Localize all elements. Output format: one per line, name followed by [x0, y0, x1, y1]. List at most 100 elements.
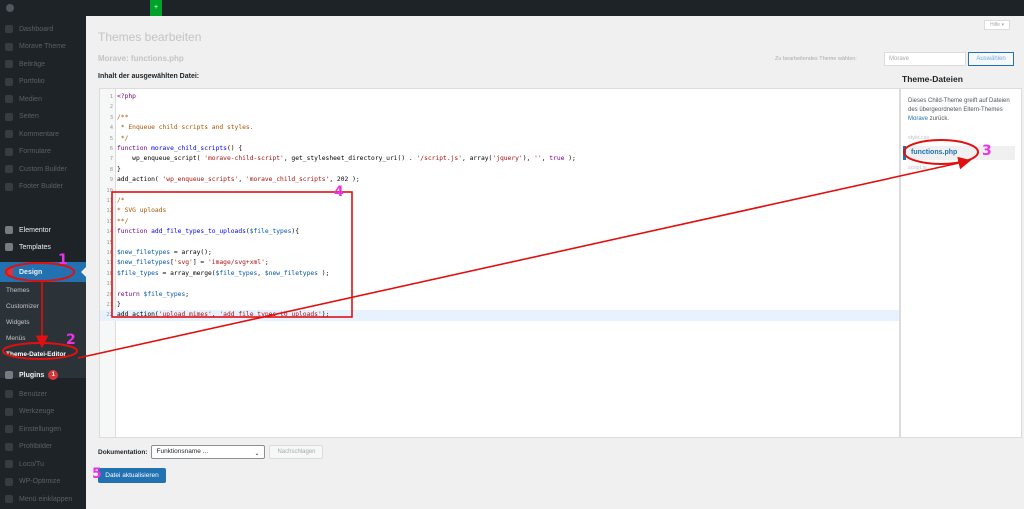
- code-line[interactable]: 4 * Enqueue child scripts and styles.: [100, 123, 899, 133]
- code-line[interactable]: 5 */: [100, 134, 899, 144]
- code-line[interactable]: 10: [100, 186, 899, 196]
- menu-item-faded[interactable]: Medien: [0, 90, 86, 108]
- menu-item-faded[interactable]: Benutzer: [0, 385, 86, 403]
- menu-item-faded[interactable]: Morave Theme: [0, 38, 86, 56]
- line-code: return $file_types;: [117, 290, 190, 298]
- code-line[interactable]: 1 <?php: [100, 92, 899, 102]
- page-title: Themes bearbeiten: [98, 30, 202, 44]
- code-line[interactable]: 19: [100, 279, 899, 289]
- menu-design[interactable]: Design: [0, 262, 86, 282]
- code-line[interactable]: 21}: [100, 300, 899, 310]
- file-script-js[interactable]: script.js: [908, 165, 927, 171]
- submenu-menus[interactable]: Menüs: [6, 335, 26, 342]
- menu-plugins[interactable]: Plugins 1: [0, 366, 86, 384]
- line-code: */: [117, 134, 129, 142]
- menu-item-faded[interactable]: Beiträge: [0, 55, 86, 73]
- menu-item-faded[interactable]: Einstellungen: [0, 420, 86, 438]
- submenu-widgets[interactable]: Widgets: [6, 319, 29, 326]
- select-value: Funktionsname ...: [156, 448, 209, 455]
- menu-item-faded[interactable]: Formulare: [0, 143, 86, 161]
- menu-label: Kommentare: [19, 130, 60, 138]
- code-line[interactable]: 20 return $file_types;: [100, 290, 899, 300]
- menu-item-faded[interactable]: Menü einklappen: [0, 490, 86, 508]
- menu-icon: [5, 165, 13, 173]
- menu-item-faded[interactable]: Profilbilder: [0, 438, 86, 456]
- line-number: 21: [106, 302, 113, 308]
- menu-label: Design: [19, 268, 43, 276]
- menu-item-faded[interactable]: Loco/Tu: [0, 455, 86, 473]
- menu-label: Werkzeuge: [19, 408, 55, 415]
- theme-select[interactable]: Morave: [884, 52, 966, 66]
- menu-label: Elementor: [19, 226, 51, 234]
- menu-item-faded[interactable]: Custom Builder: [0, 160, 86, 178]
- description-text: Dieses Child-Theme greift auf Dateien de…: [908, 98, 1010, 113]
- menu-item-faded[interactable]: Footer Builder: [0, 178, 86, 196]
- line-code: * Enqueue child scripts and styles.: [117, 124, 254, 132]
- parent-theme-link[interactable]: Morave: [908, 116, 928, 122]
- menu-item-faded[interactable]: Kommentare: [0, 125, 86, 143]
- menu-icon: [5, 147, 13, 156]
- theme-files-panel: Theme-Dateien Dieses Child-Theme greift …: [900, 74, 1024, 439]
- menu-icon: [5, 42, 13, 51]
- code-line[interactable]: 15: [100, 238, 899, 248]
- code-line[interactable]: 14 function add_file_types_to_uploads($fi…: [100, 227, 899, 237]
- elementor-icon: [5, 226, 13, 234]
- menu-item-faded[interactable]: Werkzeuge: [0, 403, 86, 421]
- line-number: 14: [106, 229, 113, 236]
- code-line[interactable]: 17 $new_filetypes['svg'] = 'image/svg+xml…: [100, 258, 899, 268]
- line-number: 18: [106, 270, 113, 277]
- code-line[interactable]: 13 **/: [100, 217, 899, 227]
- code-line[interactable]: 12 * SVG uploads: [100, 206, 899, 216]
- line-code: **/: [117, 217, 129, 225]
- editor-label: Inhalt der ausgewählten Datei:: [98, 73, 200, 80]
- plugin-icon: [5, 371, 13, 379]
- menu-label: Plugins: [19, 371, 45, 379]
- code-line[interactable]: 22 add_action('upload_mimes', 'add_file_t…: [100, 310, 899, 321]
- menu-templates[interactable]: Templates: [0, 238, 86, 256]
- menu-icon: [5, 407, 13, 416]
- code-line[interactable]: 8}: [100, 165, 899, 175]
- menu-item-faded[interactable]: WP-Optimize: [0, 473, 86, 491]
- code-line[interactable]: 2: [100, 102, 899, 112]
- code-line[interactable]: 3 /**: [100, 113, 899, 123]
- line-code: $new_filetypes['svg'] = 'image/svg+xml';: [117, 259, 269, 267]
- submenu-themes[interactable]: Themes: [6, 287, 29, 294]
- line-code: add_action( 'wp_enqueue_scripts', 'morav…: [117, 176, 360, 184]
- code-line[interactable]: 9 add_action( 'wp_enqueue_scripts', 'mora…: [100, 175, 899, 185]
- paintbrush-icon: [5, 268, 13, 276]
- menu-elementor[interactable]: Elementor: [0, 221, 86, 239]
- line-number: 6: [109, 146, 113, 152]
- file-style-css[interactable]: style.css: [908, 135, 929, 141]
- new-content-button[interactable]: +: [150, 0, 162, 16]
- file-functions-php[interactable]: functions.php: [903, 146, 1015, 160]
- code-line[interactable]: 18 $file_types = array_merge($file_types,…: [100, 269, 899, 279]
- submenu-customizer[interactable]: Customizer: [6, 303, 39, 310]
- code-line[interactable]: 6 function morave_child_scripts() {: [100, 144, 899, 154]
- lookup-button[interactable]: Nachschlagen: [269, 445, 324, 459]
- line-number: 3: [109, 114, 113, 121]
- code-line[interactable]: 11 /*: [100, 196, 899, 206]
- chevron-down-icon: ⌄: [254, 451, 260, 457]
- menu-label: Benutzer: [19, 390, 48, 398]
- theme-files-heading: Theme-Dateien: [902, 74, 963, 84]
- menu-label: Morave Theme: [19, 43, 66, 50]
- menu-label: Footer Builder: [19, 183, 63, 190]
- menu-item-faded[interactable]: Seiten: [0, 108, 86, 126]
- submenu-theme-file-editor[interactable]: Theme-Datei-Editor: [6, 351, 66, 358]
- line-number: 4: [109, 125, 113, 132]
- function-name-select[interactable]: Funktionsname ... ⌄: [151, 445, 266, 459]
- line-code: <?php: [117, 93, 136, 100]
- help-tab-button[interactable]: Hilfe ▾: [984, 20, 1010, 30]
- line-code: add_action('upload_mimes', 'add_file_typ…: [117, 311, 330, 319]
- code-line[interactable]: 16 $new_filetypes = array();: [100, 248, 899, 258]
- menu-item-faded[interactable]: Portfolio: [0, 73, 86, 91]
- select-theme-button[interactable]: Auswählen: [968, 52, 1014, 66]
- code-editor[interactable]: 1 <?php 2 3 /** 4 * Enqueue child scripts and…: [99, 88, 900, 438]
- menu-icon: [5, 477, 13, 486]
- wordpress-logo-icon[interactable]: [6, 4, 14, 12]
- theme-files-list: Dieses Child-Theme greift auf Dateien de…: [900, 88, 1022, 438]
- update-file-button[interactable]: Datei aktualisieren: [98, 468, 166, 483]
- code-line[interactable]: 7 wp_enqueue_script( 'morave-child-scrip…: [100, 154, 899, 164]
- menu-item-faded[interactable]: Dashboard: [0, 20, 86, 38]
- menu-icon: [5, 442, 13, 451]
